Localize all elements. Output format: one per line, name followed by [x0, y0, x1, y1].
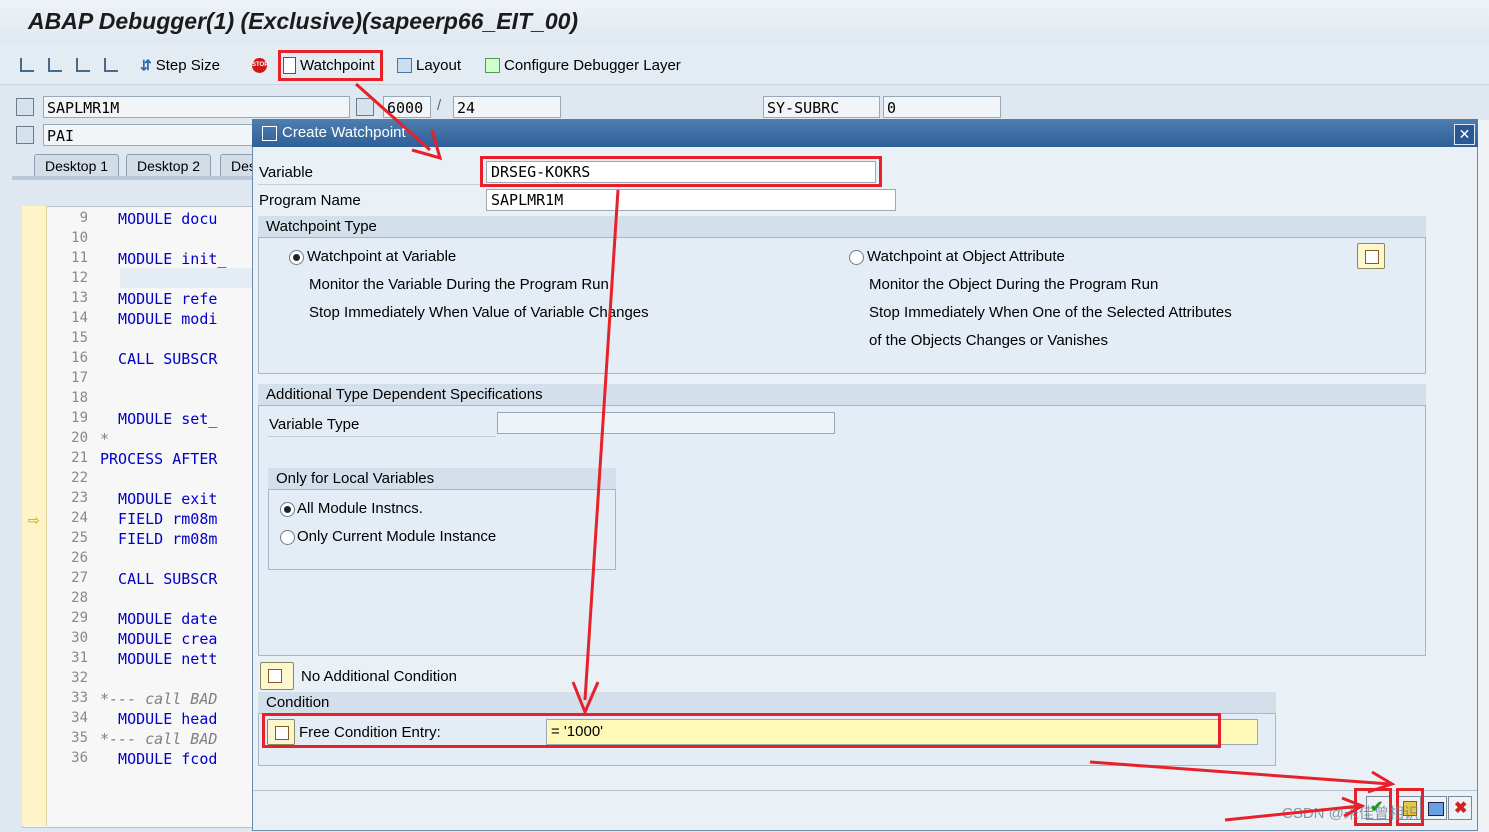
arrow-head-1: [411, 129, 443, 161]
arrow-condition-to-save: [1089, 760, 1391, 786]
arrow-watchpoint-to-dialog: [355, 82, 431, 152]
arrow-variable-to-condition: [583, 189, 620, 701]
annotation-arrows: [355, 82, 1396, 822]
arrow-to-confirm: [1224, 804, 1361, 822]
